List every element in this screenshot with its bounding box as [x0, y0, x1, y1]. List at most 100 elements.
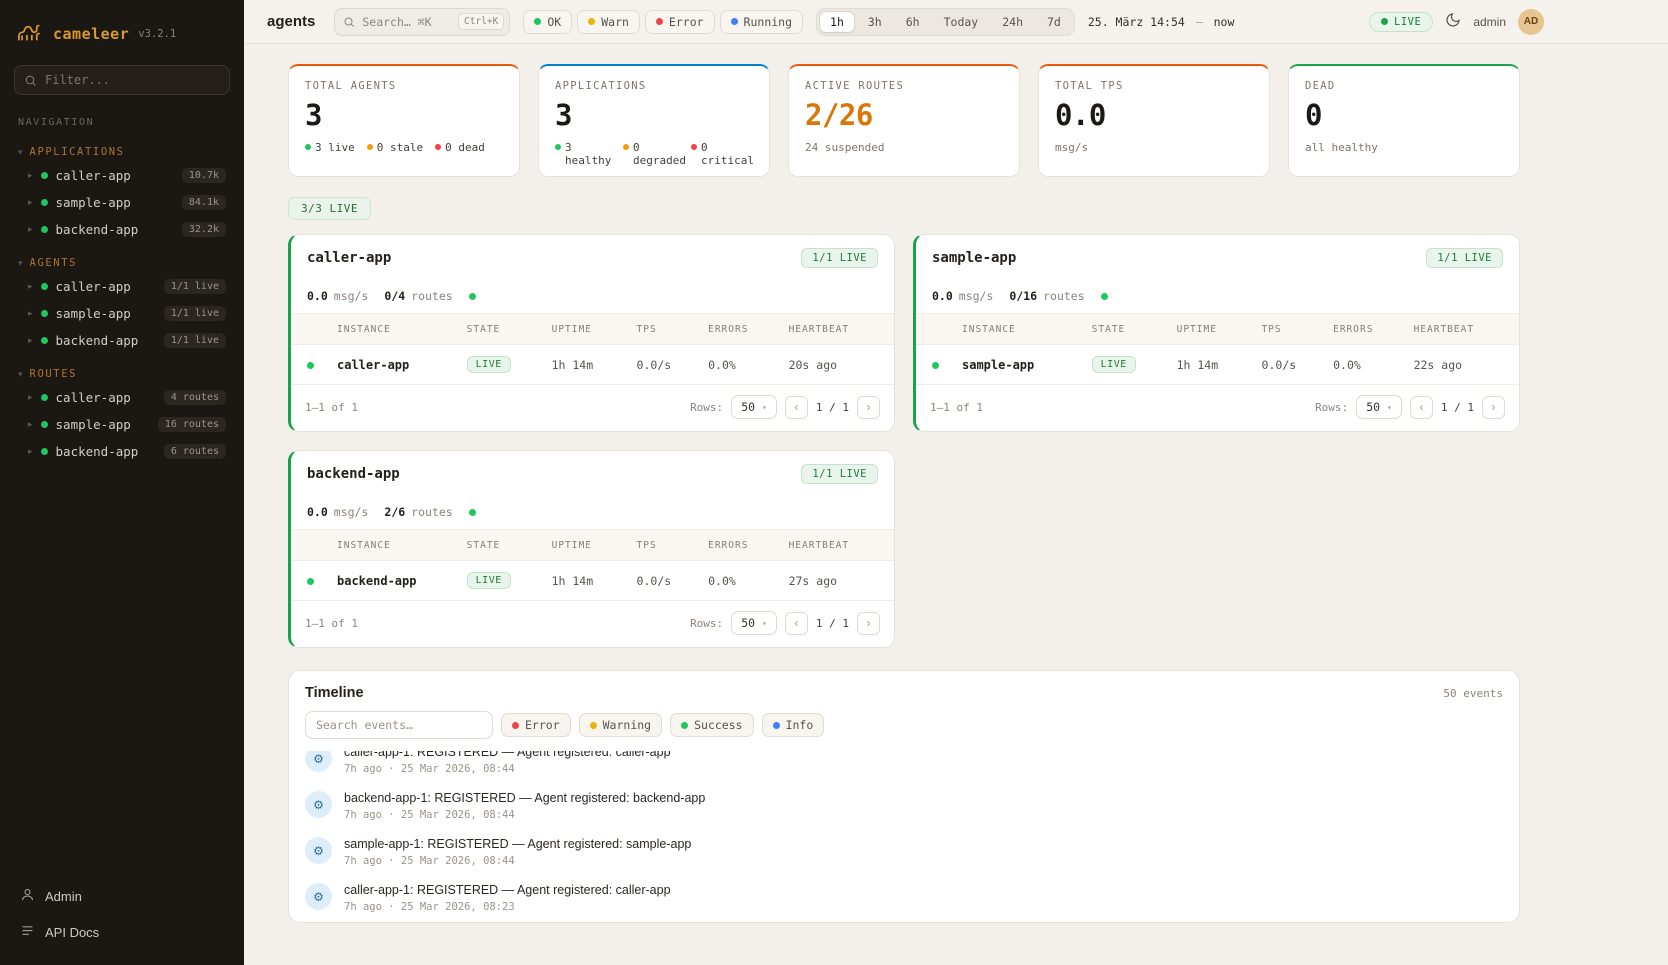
time-range-24h[interactable]: 24h	[991, 11, 1034, 33]
event-gear-icon: ⚙	[305, 837, 332, 864]
timeline-panel: Timeline 50 events Error Warning Success…	[288, 670, 1520, 923]
docs-list-icon	[20, 923, 35, 941]
heartbeat-cell: 27s ago	[789, 574, 878, 588]
chevron-right-icon: ▸	[28, 308, 33, 319]
chevron-down-icon: ▾	[762, 619, 767, 628]
sidebar-item-routes-sample[interactable]: ▸ sample-app 16 routes	[12, 411, 232, 438]
state-badge: LIVE	[467, 356, 511, 373]
table-row[interactable]: sample-app LIVE 1h 14m 0.0/s 0.0% 22s ag…	[916, 344, 1519, 384]
time-range-today[interactable]: Today	[933, 11, 990, 33]
sidebar-item-label: sample-app	[56, 306, 131, 321]
stat-sub: all healthy	[1305, 141, 1503, 154]
column-header: HEARTBEAT	[789, 324, 878, 335]
dark-mode-toggle[interactable]	[1445, 12, 1461, 31]
status-dot	[41, 172, 48, 179]
status-dot	[681, 722, 688, 729]
sidebar-filter-input[interactable]	[14, 65, 230, 95]
count-badge: 16 routes	[158, 417, 226, 432]
sidebar-item-app-backend[interactable]: ▸ backend-app 32.2k	[12, 216, 232, 243]
column-header: ERRORS	[1333, 324, 1413, 335]
next-page-button[interactable]: ›	[857, 612, 880, 635]
datetime-separator: —	[1196, 15, 1203, 29]
errors-cell: 0.0%	[708, 358, 788, 372]
chevron-right-icon: ▸	[28, 419, 33, 430]
event-title: caller-app-1: REGISTERED — Agent registe…	[344, 751, 671, 759]
activity-dot	[469, 293, 476, 300]
filter-chip-running[interactable]: Running	[720, 10, 803, 34]
column-header: TPS	[1262, 324, 1334, 335]
timeline-search-input[interactable]	[305, 711, 493, 739]
datetime-start: 25. März 14:54	[1088, 15, 1185, 29]
time-range-6h[interactable]: 6h	[895, 11, 931, 33]
prev-page-button[interactable]: ‹	[1410, 396, 1433, 419]
prev-page-button[interactable]: ‹	[785, 612, 808, 635]
chevron-right-icon: ▸	[28, 335, 33, 346]
moon-icon	[1445, 12, 1461, 31]
timeline-event: ⚙ sample-app-1: REGISTERED — Agent regis…	[305, 829, 1503, 875]
count-badge: 6 routes	[164, 444, 226, 459]
stat-sub: 24 suspended	[805, 141, 1003, 154]
pagination-range: 1–1 of 1	[930, 401, 983, 414]
avatar[interactable]: AD	[1518, 9, 1544, 35]
app-card-sample: sample-app 1/1 LIVE 0.0 msg/s 0/16 route…	[913, 234, 1520, 432]
sidebar-item-routes-caller[interactable]: ▸ caller-app 4 routes	[12, 384, 232, 411]
status-dot	[41, 394, 48, 401]
status-dot	[512, 722, 519, 729]
brand-logo[interactable]: cameleer v3.2.1	[12, 14, 232, 65]
sidebar-item-app-caller[interactable]: ▸ caller-app 10.7k	[12, 162, 232, 189]
routes-value: 0/4	[384, 289, 405, 303]
timeline-event-list[interactable]: ⚙ caller-app-1: REGISTERED — Agent regis…	[289, 751, 1519, 922]
rows-label: Rows:	[1315, 401, 1348, 414]
nav-section-label: NAVIGATION	[12, 105, 232, 132]
rows-per-page-select[interactable]: 50▾	[1356, 395, 1402, 419]
filter-chip-ok[interactable]: OK	[523, 10, 572, 34]
section-title: ROUTES	[30, 368, 78, 380]
sidebar-item-api-docs[interactable]: API Docs	[12, 915, 232, 949]
filter-chip-error[interactable]: Error	[645, 10, 715, 34]
stat-card-total-agents: TOTAL AGENTS 3 3 live 0 stale 0 dead	[288, 64, 520, 177]
time-range-3h[interactable]: 3h	[857, 11, 893, 33]
datetime-range: 25. März 14:54 — now	[1088, 15, 1235, 29]
sidebar-item-admin[interactable]: Admin	[12, 879, 232, 913]
next-page-button[interactable]: ›	[857, 396, 880, 419]
time-range-1h[interactable]: 1h	[819, 11, 855, 33]
next-page-button[interactable]: ›	[1482, 396, 1505, 419]
column-header: UPTIME	[552, 540, 637, 551]
chip-label: Success	[694, 718, 742, 732]
section-header-agents[interactable]: ▾ AGENTS	[12, 253, 232, 273]
filter-chip-warn[interactable]: Warn	[577, 10, 640, 34]
rows-per-page-select[interactable]: 50▾	[731, 611, 777, 635]
timeline-filter-success[interactable]: Success	[670, 713, 753, 737]
sidebar-item-app-sample[interactable]: ▸ sample-app 84.1k	[12, 189, 232, 216]
routes-unit: routes	[1043, 289, 1085, 303]
timeline-filter-error[interactable]: Error	[501, 713, 571, 737]
time-range-7d[interactable]: 7d	[1036, 11, 1072, 33]
prev-page-button[interactable]: ‹	[785, 396, 808, 419]
state-badge: LIVE	[467, 572, 511, 589]
column-header: HEARTBEAT	[1414, 324, 1503, 335]
count-badge: 1/1 live	[164, 333, 226, 348]
timeline-filter-info[interactable]: Info	[762, 713, 825, 737]
sidebar-item-agent-caller[interactable]: ▸ caller-app 1/1 live	[12, 273, 232, 300]
sidebar-item-agent-backend[interactable]: ▸ backend-app 1/1 live	[12, 327, 232, 354]
timeline-filter-warning[interactable]: Warning	[579, 713, 662, 737]
live-status-toggle[interactable]: LIVE	[1369, 12, 1433, 32]
sidebar-item-agent-sample[interactable]: ▸ sample-app 1/1 live	[12, 300, 232, 327]
rows-per-page-select[interactable]: 50▾	[731, 395, 777, 419]
rate-value: 0.0	[307, 505, 328, 519]
status-dot	[773, 722, 780, 729]
status-dot	[731, 18, 738, 25]
section-header-routes[interactable]: ▾ ROUTES	[12, 364, 232, 384]
table-row[interactable]: backend-app LIVE 1h 14m 0.0/s 0.0% 27s a…	[291, 560, 894, 600]
column-header: INSTANCE	[337, 324, 467, 335]
stat-card-dead: DEAD 0 all healthy	[1288, 64, 1520, 177]
section-header-applications[interactable]: ▾ APPLICATIONS	[12, 142, 232, 162]
routes-value: 0/16	[1009, 289, 1037, 303]
routes-value: 2/6	[384, 505, 405, 519]
sidebar-item-routes-backend[interactable]: ▸ backend-app 6 routes	[12, 438, 232, 465]
status-dot	[307, 362, 314, 369]
table-row[interactable]: caller-app LIVE 1h 14m 0.0/s 0.0% 20s ag…	[291, 344, 894, 384]
event-time: 7h ago · 25 Mar 2026, 08:23	[344, 901, 671, 913]
chevron-right-icon: ▸	[28, 392, 33, 403]
stat-cards: TOTAL AGENTS 3 3 live 0 stale 0 dead APP…	[288, 64, 1520, 177]
